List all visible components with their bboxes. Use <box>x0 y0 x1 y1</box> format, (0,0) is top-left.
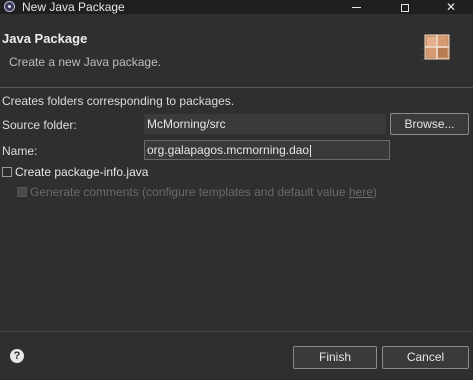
create-package-info-label: Create package-info.java <box>15 165 149 179</box>
header-divider <box>0 87 473 88</box>
generate-comments-label: Generate comments (configure templates a… <box>30 185 349 199</box>
finish-button[interactable]: Finish <box>293 346 377 369</box>
package-name-value: org.galapagos.mcmorning.dao <box>147 143 310 157</box>
source-folder-label: Source folder: <box>2 118 77 132</box>
window-title: New Java Package <box>22 0 125 14</box>
browse-button-label: Browse... <box>404 117 455 131</box>
create-package-info-checkbox[interactable]: Create package-info.java <box>2 165 148 181</box>
generate-comments-suffix: ) <box>372 185 377 199</box>
title-bar[interactable]: New Java Package ✕ <box>0 0 473 14</box>
source-folder-field[interactable]: McMorning/src <box>144 114 386 134</box>
text-caret <box>310 144 312 157</box>
package-wizard-icon <box>421 34 450 63</box>
checkbox-disabled-icon <box>17 187 27 197</box>
footer-divider <box>0 331 473 332</box>
name-label: Name: <box>2 144 38 158</box>
wizard-header: Java Package Create a new Java package. <box>0 22 473 84</box>
maximize-button[interactable] <box>382 0 428 14</box>
eclipse-icon <box>4 1 15 12</box>
finish-button-label: Finish <box>318 350 351 364</box>
page-title: Java Package <box>2 31 88 46</box>
new-java-package-dialog: New Java Package ✕ Java Package Create a… <box>0 0 473 380</box>
minimize-icon <box>351 7 361 9</box>
generate-comments-checkbox: Generate comments (configure templates a… <box>17 185 377 201</box>
close-icon: ✕ <box>445 0 457 14</box>
minimize-button[interactable] <box>333 0 379 14</box>
page-subtitle: Create a new Java package. <box>9 55 162 69</box>
form-description: Creates folders corresponding to package… <box>2 94 235 108</box>
cancel-button[interactable]: Cancel <box>382 346 469 369</box>
package-name-field[interactable]: org.galapagos.mcmorning.dao <box>144 140 390 160</box>
maximize-icon <box>401 3 409 12</box>
checkbox-icon[interactable] <box>2 167 12 177</box>
help-icon[interactable]: ? <box>10 349 24 363</box>
browse-button[interactable]: Browse... <box>390 113 469 135</box>
configure-templates-link: here <box>348 185 373 199</box>
close-button[interactable]: ✕ <box>428 0 473 14</box>
cancel-button-label: Cancel <box>406 350 445 364</box>
